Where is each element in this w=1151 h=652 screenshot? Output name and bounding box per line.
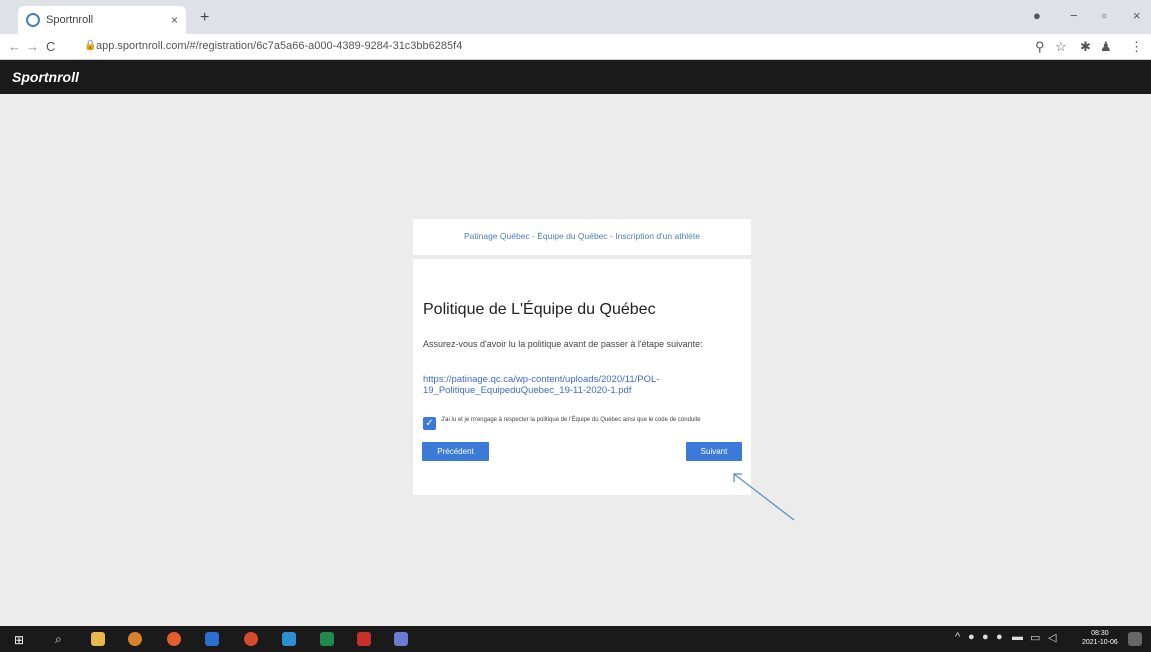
- page-title: Politique de L'Équipe du Québec: [423, 301, 656, 318]
- profile-icon[interactable]: ♟: [1100, 39, 1112, 55]
- minimize-button[interactable]: −: [1070, 8, 1078, 23]
- volume-icon[interactable]: ◁: [1048, 631, 1056, 644]
- sportnroll-favicon-icon: [26, 13, 40, 27]
- address-bar: ← → C 🔒 app.sportnroll.com/#/registratio…: [0, 34, 1151, 60]
- taskbar-clock[interactable]: 08:30 2021-10-06: [1082, 629, 1118, 647]
- new-tab-button[interactable]: +: [200, 9, 209, 27]
- windows-taskbar: ⊞ ⌕ ^ ● ● ● ▬ ▭ ◁ 08:30 2021-10-06: [0, 626, 1151, 652]
- chrome-icon[interactable]: [167, 632, 181, 646]
- policy-card: Politique de L'Équipe du Québec Assurez-…: [413, 259, 751, 495]
- clock-date: 2021-10-06: [1082, 639, 1118, 646]
- app-icon-4[interactable]: [357, 632, 371, 646]
- registration-breadcrumb: Patinage Québec - Équipe du Québec - Ins…: [464, 231, 700, 241]
- app-header: Sportnroll: [0, 60, 1151, 94]
- start-icon[interactable]: ⊞: [14, 633, 24, 647]
- restore-button[interactable]: ▫: [1102, 8, 1107, 23]
- policy-description: Assurez-vous d'avoir lu la politique ava…: [423, 339, 703, 349]
- next-button[interactable]: Suivant: [686, 442, 742, 461]
- tray-app-icon-1[interactable]: ●: [968, 631, 975, 643]
- firefox-icon[interactable]: [128, 632, 142, 646]
- browser-tab-bar: Sportnroll × + ● − ▫ ×: [0, 0, 1151, 34]
- lock-icon: 🔒: [84, 40, 97, 51]
- app-icon-3[interactable]: [282, 632, 296, 646]
- zoom-icon[interactable]: ⚲: [1035, 39, 1045, 55]
- file-explorer-icon[interactable]: [91, 632, 105, 646]
- app-icon-1[interactable]: [205, 632, 219, 646]
- network-icon[interactable]: ▭: [1030, 631, 1040, 644]
- bookmark-star-icon[interactable]: ☆: [1055, 39, 1067, 55]
- tray-app-icon-2[interactable]: ●: [982, 631, 989, 643]
- tab-title: Sportnroll: [46, 14, 94, 26]
- excel-icon[interactable]: [320, 632, 334, 646]
- policy-accept-label: J'ai lu et je m'engage à respecter la po…: [441, 417, 701, 423]
- policy-link[interactable]: https://patinage.qc.ca/wp-content/upload…: [423, 374, 723, 396]
- url-field[interactable]: app.sportnroll.com/#/registration/6c7a5a…: [96, 40, 462, 52]
- tray-chevron-icon[interactable]: ^: [955, 631, 960, 643]
- menu-icon[interactable]: ⋮: [1130, 39, 1143, 55]
- browser-tab[interactable]: Sportnroll ×: [18, 6, 186, 34]
- account-icon[interactable]: ●: [1033, 8, 1041, 23]
- window-close-button[interactable]: ×: [1133, 8, 1141, 23]
- previous-button[interactable]: Précédent: [422, 442, 489, 461]
- sportnroll-logo[interactable]: Sportnroll: [12, 69, 79, 85]
- notifications-icon[interactable]: [1128, 632, 1142, 646]
- tab-close-icon[interactable]: ×: [171, 13, 178, 27]
- clock-time: 08:30: [1091, 630, 1109, 637]
- annotation-arrow-icon: [733, 473, 795, 521]
- teams-icon[interactable]: [394, 632, 408, 646]
- app-icon-2[interactable]: [244, 632, 258, 646]
- policy-accept-checkbox[interactable]: ✓: [423, 417, 436, 430]
- search-icon[interactable]: ⌕: [55, 632, 62, 647]
- forward-icon[interactable]: →: [26, 39, 39, 54]
- battery-icon[interactable]: ▬: [1012, 631, 1023, 643]
- registration-header-card: Patinage Québec - Équipe du Québec - Ins…: [413, 219, 751, 255]
- back-icon[interactable]: ←: [8, 39, 21, 54]
- tray-app-icon-3[interactable]: ●: [996, 631, 1003, 643]
- extensions-icon[interactable]: ✱: [1080, 39, 1091, 55]
- reload-icon[interactable]: C: [46, 39, 55, 54]
